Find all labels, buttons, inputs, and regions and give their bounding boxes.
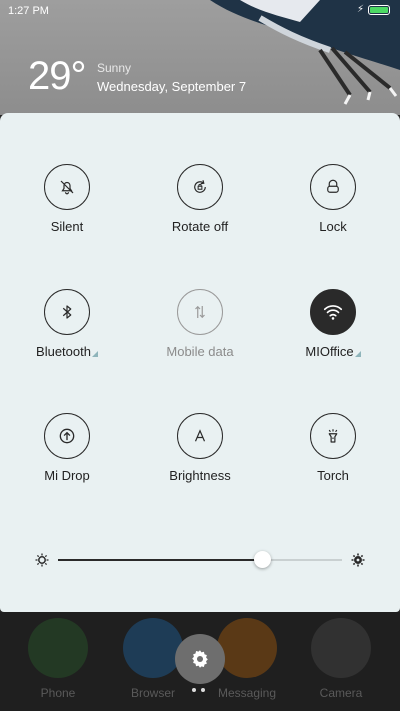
status-icons: ⚡ bbox=[357, 4, 390, 15]
app-phone[interactable]: Phone bbox=[18, 618, 98, 700]
app-label: Messaging bbox=[217, 686, 277, 700]
tile-brightness[interactable]: Brightness bbox=[133, 413, 267, 483]
tile-rotate[interactable]: Rotate off bbox=[133, 164, 267, 234]
phone-icon bbox=[28, 618, 88, 678]
page-dot bbox=[201, 688, 205, 692]
tile-torch-button[interactable] bbox=[310, 413, 356, 459]
tile-lock[interactable]: Lock bbox=[266, 164, 400, 234]
status-time: 1:27 PM bbox=[8, 5, 49, 17]
tile-silent[interactable]: Silent bbox=[0, 164, 134, 234]
settings-button[interactable] bbox=[175, 634, 225, 684]
app-label: Browser bbox=[130, 686, 175, 700]
quick-settings-panel: Silent Rotate off Lock Bluetooth Mobile … bbox=[0, 113, 400, 612]
app-camera[interactable]: Camera bbox=[301, 618, 381, 700]
wifi-icon bbox=[323, 305, 343, 320]
tile-label: Silent bbox=[50, 219, 84, 234]
messaging-icon bbox=[217, 618, 277, 678]
tile-label-text: Bluetooth bbox=[36, 344, 91, 359]
gear-icon bbox=[192, 650, 208, 668]
camera-icon bbox=[311, 618, 371, 678]
tile-lock-button[interactable] bbox=[310, 164, 356, 210]
tile-rotate-button[interactable] bbox=[177, 164, 223, 210]
rotate-lock-icon bbox=[194, 180, 206, 193]
temperature: 29° bbox=[28, 54, 86, 98]
app-label: Phone bbox=[40, 686, 76, 700]
lock-icon bbox=[327, 179, 339, 193]
mobile-data-icon bbox=[195, 305, 205, 319]
tile-wifi-button[interactable] bbox=[310, 289, 356, 335]
slider-thumb[interactable] bbox=[253, 551, 271, 568]
tile-mobile-data-button[interactable] bbox=[177, 289, 223, 335]
mi-drop-icon bbox=[59, 428, 75, 444]
date: Wednesday, September 7 bbox=[97, 79, 247, 94]
settings-indicator-icon bbox=[91, 351, 98, 357]
page-dot bbox=[192, 688, 196, 692]
tile-mi-drop[interactable]: Mi Drop bbox=[0, 413, 134, 483]
tile-silent-button[interactable] bbox=[44, 164, 90, 210]
slider-fill bbox=[58, 559, 263, 561]
brightness-low-icon bbox=[35, 553, 49, 567]
tile-label: Torch bbox=[317, 468, 349, 483]
tile-brightness-button[interactable] bbox=[177, 413, 223, 459]
tile-label: Mi Drop bbox=[44, 468, 90, 483]
tile-label: MIOffice bbox=[266, 344, 400, 359]
app-label: Camera bbox=[319, 686, 363, 700]
brightness-high-icon bbox=[351, 553, 365, 567]
settings-indicator-icon bbox=[354, 351, 361, 357]
tile-label: Rotate off bbox=[171, 219, 229, 234]
browser-icon bbox=[123, 618, 183, 678]
charging-icon: ⚡ bbox=[356, 4, 364, 15]
tile-label-text: MIOffice bbox=[305, 344, 354, 359]
tile-bluetooth-button[interactable] bbox=[44, 289, 90, 335]
tile-wifi[interactable]: MIOffice bbox=[266, 289, 400, 359]
tile-label: Bluetooth bbox=[0, 344, 134, 359]
brightness-a-icon bbox=[194, 429, 206, 442]
bell-off-icon bbox=[60, 180, 74, 195]
page-indicator bbox=[192, 688, 205, 692]
battery-icon bbox=[368, 4, 390, 15]
brightness-slider[interactable] bbox=[34, 550, 366, 570]
tile-label: Mobile data bbox=[166, 344, 234, 359]
tile-label: Lock bbox=[319, 219, 347, 234]
tile-label: Brightness bbox=[169, 468, 231, 483]
tile-mobile-data[interactable]: Mobile data bbox=[133, 289, 267, 359]
notification-header: 1:27 PM ⚡ 29° Sunny Wednesday, September… bbox=[0, 0, 400, 115]
tile-bluetooth[interactable]: Bluetooth bbox=[0, 289, 134, 359]
torch-icon bbox=[328, 429, 338, 443]
tile-mi-drop-button[interactable] bbox=[44, 413, 90, 459]
status-bar: 1:27 PM ⚡ bbox=[0, 0, 400, 22]
tile-torch[interactable]: Torch bbox=[266, 413, 400, 483]
bluetooth-icon bbox=[62, 305, 72, 319]
weather-condition: Sunny bbox=[97, 61, 132, 75]
